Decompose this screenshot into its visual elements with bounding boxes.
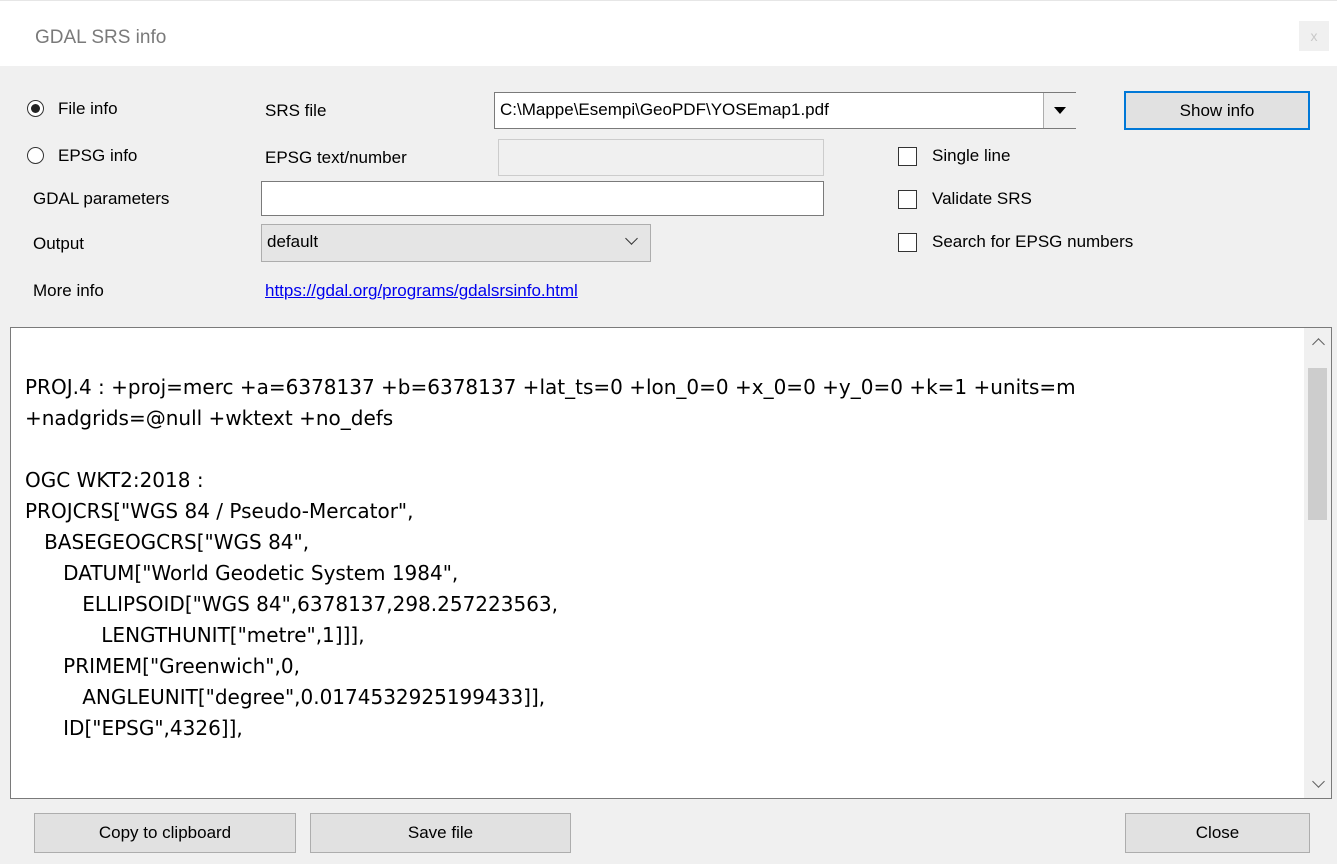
output-select[interactable]: default [261,224,651,262]
vertical-scrollbar[interactable] [1304,328,1331,798]
scroll-up-button[interactable] [1305,328,1331,356]
srs-file-combo[interactable]: C:\Mappe\Esempi\GeoPDF\YOSEmap1.pdf [494,92,1076,129]
srs-file-value[interactable]: C:\Mappe\Esempi\GeoPDF\YOSEmap1.pdf [500,100,829,120]
validate-srs-checkbox[interactable] [898,190,917,209]
single-line-checkbox[interactable] [898,147,917,166]
output-textarea[interactable]: PROJ.4 : +proj=merc +a=6378137 +b=637813… [10,327,1332,799]
gdal-parameters-label: GDAL parameters [33,189,170,208]
search-epsg-label[interactable]: Search for EPSG numbers [932,232,1133,252]
save-file-button[interactable]: Save file [310,813,571,853]
more-info-label: More info [33,281,104,300]
copy-to-clipboard-button[interactable]: Copy to clipboard [34,813,296,853]
search-epsg-checkbox[interactable] [898,233,917,252]
gdal-parameters-input[interactable] [261,181,824,216]
epsg-text-label: EPSG text/number [265,148,407,167]
epsg-info-radio[interactable] [27,147,44,164]
output-text: PROJ.4 : +proj=merc +a=6378137 +b=637813… [25,375,1076,740]
more-info-link[interactable]: https://gdal.org/programs/gdalsrsinfo.ht… [265,281,578,301]
close-button[interactable]: Close [1125,813,1310,853]
window-title: GDAL SRS info [35,27,167,48]
chevron-down-icon [1311,775,1325,788]
scroll-down-button[interactable] [1305,770,1331,798]
show-info-button[interactable]: Show info [1124,91,1310,130]
scrollbar-thumb[interactable] [1308,368,1327,520]
srs-file-label: SRS file [265,101,327,120]
output-label: Output [33,234,85,253]
output-select-value[interactable]: default [267,232,318,252]
validate-srs-label[interactable]: Validate SRS [932,189,1032,209]
file-info-label[interactable]: File info [58,99,118,119]
epsg-info-label[interactable]: EPSG info [58,146,137,166]
epsg-text-input[interactable] [498,139,824,176]
chevron-down-icon [625,232,638,245]
title-bar: GDAL SRS info x [0,0,1337,66]
srs-file-dropdown-button[interactable] [1043,93,1076,128]
chevron-up-icon [1311,338,1325,351]
close-window-icon[interactable]: x [1299,21,1329,51]
triangle-down-icon [1054,107,1066,114]
file-info-radio[interactable] [27,100,44,117]
single-line-label[interactable]: Single line [932,146,1010,166]
